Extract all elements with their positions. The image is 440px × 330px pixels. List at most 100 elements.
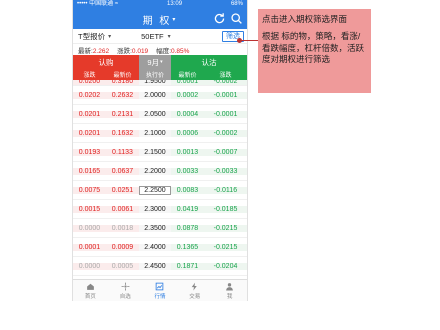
t-quote-label[interactable]: T型报价: [78, 31, 105, 42]
call-latest-cell: 0.3180: [106, 80, 139, 85]
tab-chart[interactable]: 行情: [143, 280, 178, 301]
nav-icons: [213, 12, 243, 25]
table-row[interactable]: 0.0000 0.0018 2.3500 0.0878 -0.0215: [73, 219, 247, 238]
call-change-cell: 0.0001: [73, 243, 106, 251]
table-row[interactable]: 0.0202 0.2632 2.0000 0.0002 -0.0001: [73, 86, 247, 105]
nav-bar: 期 权 ▾: [73, 9, 247, 29]
call-change-cell: 0.0201: [73, 129, 106, 137]
put-change-cell: -0.0002: [204, 80, 247, 85]
call-change-cell: 0.0000: [73, 224, 106, 232]
put-change-cell: -0.0215: [204, 243, 247, 251]
table-row[interactable]: 0.0165 0.0637 2.2000 0.0033 -0.0033: [73, 162, 247, 181]
home-icon: [87, 283, 94, 290]
star-icon: [121, 282, 130, 290]
call-latest-cell: 0.1133: [106, 148, 139, 156]
search-icon[interactable]: [230, 12, 243, 25]
status-bar: ••••• 中国联通 ≈ 13:09 68%: [73, 0, 247, 9]
call-latest-cell: 0.0251: [106, 186, 139, 194]
put-latest-cell: 0.0006: [171, 129, 204, 137]
call-latest-cell: 0.0009: [106, 243, 139, 251]
change-value: 0.019: [131, 47, 149, 55]
tab-label: 首页: [84, 293, 96, 300]
put-change-cell: -0.0116: [204, 186, 247, 194]
strike-cell: 2.3500: [139, 224, 171, 232]
put-latest-cell: 0.0083: [171, 186, 204, 194]
quote-filter-row: T型报价 ▾ 50ETF ▾ 筛选: [73, 29, 247, 44]
tab-label: 自选: [119, 293, 131, 300]
amplitude-label: 幅度:: [156, 47, 171, 55]
col-call-latest: 最新价: [106, 69, 139, 80]
tab-star[interactable]: 自选: [108, 280, 143, 301]
month-label: 9月: [147, 57, 160, 67]
put-latest-cell: 0.0033: [171, 167, 204, 175]
table-row[interactable]: 0.0000 0.0005 2.4500 0.1871 -0.0204: [73, 257, 247, 276]
table-row[interactable]: 0.0001 0.0009 2.4000 0.1365 -0.0215: [73, 238, 247, 257]
put-latest-cell: 0.1871: [171, 262, 204, 270]
call-header: 认购: [73, 55, 139, 69]
table-row[interactable]: 0.0193 0.1133 2.1500 0.0013 -0.0007: [73, 143, 247, 162]
strike-cell: 2.1500: [139, 148, 171, 156]
col-put-change: 涨跌: [204, 69, 247, 80]
month-selector[interactable]: 9月 ▾: [139, 55, 171, 69]
put-latest-cell: 0.0004: [171, 110, 204, 118]
table-row[interactable]: 0.0075 0.0251 2.2500 0.0083 -0.0116: [73, 181, 247, 200]
strike-cell: 2.0000: [139, 91, 171, 99]
strike-cell: 2.4000: [139, 243, 171, 251]
put-latest-cell: 0.0419: [171, 205, 204, 213]
price-amplitude: 幅度:0.85%: [156, 45, 189, 55]
call-change-cell: 0.0015: [73, 205, 106, 213]
put-change-cell: -0.0185: [204, 205, 247, 213]
tab-label: 行情: [154, 293, 166, 300]
tab-lightning[interactable]: 交易: [177, 280, 212, 301]
put-change-cell: -0.0204: [204, 262, 247, 270]
battery-text: 68%: [230, 1, 243, 7]
put-change-cell: -0.0215: [204, 224, 247, 232]
put-header: 认沽: [171, 55, 247, 69]
latest-price: 最新:2.262: [78, 45, 109, 55]
call-change-cell: 0.0193: [73, 148, 106, 156]
put-latest-cell: 0.0013: [171, 148, 204, 156]
tab-user[interactable]: 我: [212, 280, 247, 301]
lightning-icon: [191, 282, 198, 290]
put-change-cell: -0.0002: [204, 129, 247, 137]
month-caret-icon: ▾: [160, 59, 163, 65]
col-put-latest: 最新价: [171, 69, 204, 80]
col-strike: 执行价: [139, 69, 171, 80]
refresh-icon[interactable]: [213, 12, 226, 25]
strike-cell: 2.0500: [139, 110, 171, 118]
amplitude-value: 0.85%: [171, 47, 190, 55]
strike-cell: 1.9500: [139, 80, 171, 85]
col-call-change: 涨跌: [73, 69, 106, 80]
table-row[interactable]: 0.0015 0.0061 2.3000 0.0419 -0.0185: [73, 200, 247, 219]
latest-label: 最新:: [78, 47, 93, 55]
tab-home[interactable]: 首页: [73, 280, 108, 301]
strike-cell: 2.2000: [139, 167, 171, 175]
put-latest-cell: 0.0001: [171, 80, 204, 85]
underlying-selector[interactable]: 50ETF ▾: [141, 32, 171, 41]
nav-title: 期 权: [142, 15, 172, 27]
table-row[interactable]: 0.0201 0.1632 2.1000 0.0006 -0.0002: [73, 124, 247, 143]
t-quote-caret-icon[interactable]: ▾: [108, 33, 111, 40]
carrier-text: ••••• 中国联通 ≈: [77, 1, 119, 7]
put-change-cell: -0.0033: [204, 167, 247, 175]
connector-line: [240, 40, 258, 41]
call-latest-cell: 0.2632: [106, 91, 139, 99]
call-change-cell: 0.0075: [73, 186, 106, 194]
tab-label: 我: [226, 293, 233, 300]
annotation-line-1: 点击进入期权筛选界面: [262, 14, 348, 24]
clock-text: 13:09: [167, 1, 183, 7]
call-change-cell: 0.0201: [73, 110, 106, 118]
price-change: 涨跌:0.019: [117, 45, 148, 55]
put-latest-cell: 0.0002: [171, 91, 204, 99]
table-row[interactable]: 0.0201 0.2131 2.0500 0.0004 -0.0001: [73, 105, 247, 124]
latest-value: 2.262: [92, 47, 110, 55]
change-label: 涨跌:: [117, 47, 132, 55]
nav-title-dropdown[interactable]: 期 权 ▾: [143, 12, 178, 27]
call-latest-cell: 0.0061: [106, 205, 139, 213]
call-latest-cell: 0.1632: [106, 129, 139, 137]
nav-caret-icon: ▾: [172, 16, 178, 23]
put-change-cell: -0.0001: [204, 91, 247, 99]
chart-icon: [156, 282, 164, 290]
call-change-cell: 0.0000: [73, 262, 106, 270]
put-latest-cell: 0.0878: [171, 224, 204, 232]
